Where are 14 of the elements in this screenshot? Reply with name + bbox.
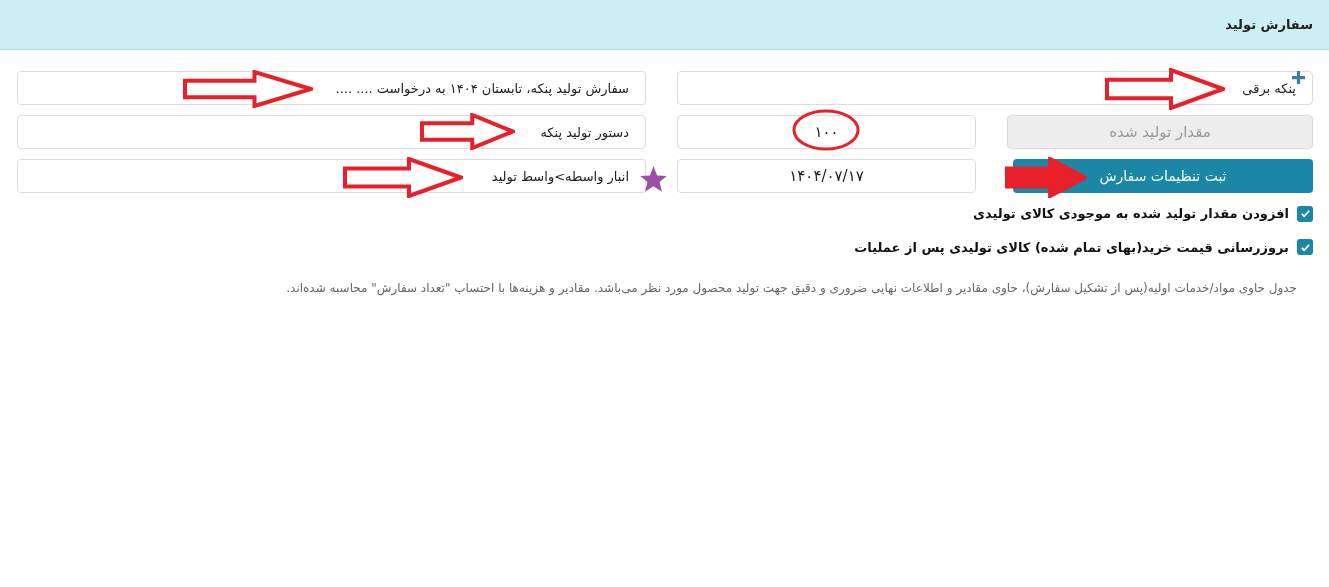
date-field[interactable]: ۱۴۰۴/۰۷/۱۷ bbox=[677, 159, 976, 193]
recipe-field[interactable]: دستور تولید پنکه bbox=[17, 115, 646, 149]
quantity-field[interactable]: ۱۰۰ bbox=[677, 115, 976, 149]
checkbox[interactable] bbox=[1297, 205, 1313, 222]
check-icon bbox=[1299, 208, 1311, 220]
checkbox-label: افزودن مقدار تولید شده به موجودی کالای تولیدی bbox=[973, 205, 1289, 223]
plus-icon[interactable] bbox=[1292, 71, 1305, 84]
circle-annotation bbox=[792, 109, 860, 151]
checkbox-label: بروزرسانی قیمت خرید(بهای تمام شده) کالای تولیدی پس از عملیات bbox=[854, 238, 1289, 257]
panel-title: سفارش تولید bbox=[1225, 15, 1313, 34]
note-text: جدول حاوی مواد/خدمات اولیه(پس از تشکیل سفارش)، حاوی مقادیر و اطلاعات نهایی ضروری و دقیق جهت تولید محصول مورد نظر می‌باشد. مقادیر و هزینه‌ها با احتساب "تعداد سفارش" محاسبه شده‌اند. bbox=[285, 280, 1298, 297]
checkbox[interactable] bbox=[1297, 239, 1313, 256]
check-icon bbox=[1299, 241, 1311, 253]
star-icon bbox=[639, 165, 668, 193]
